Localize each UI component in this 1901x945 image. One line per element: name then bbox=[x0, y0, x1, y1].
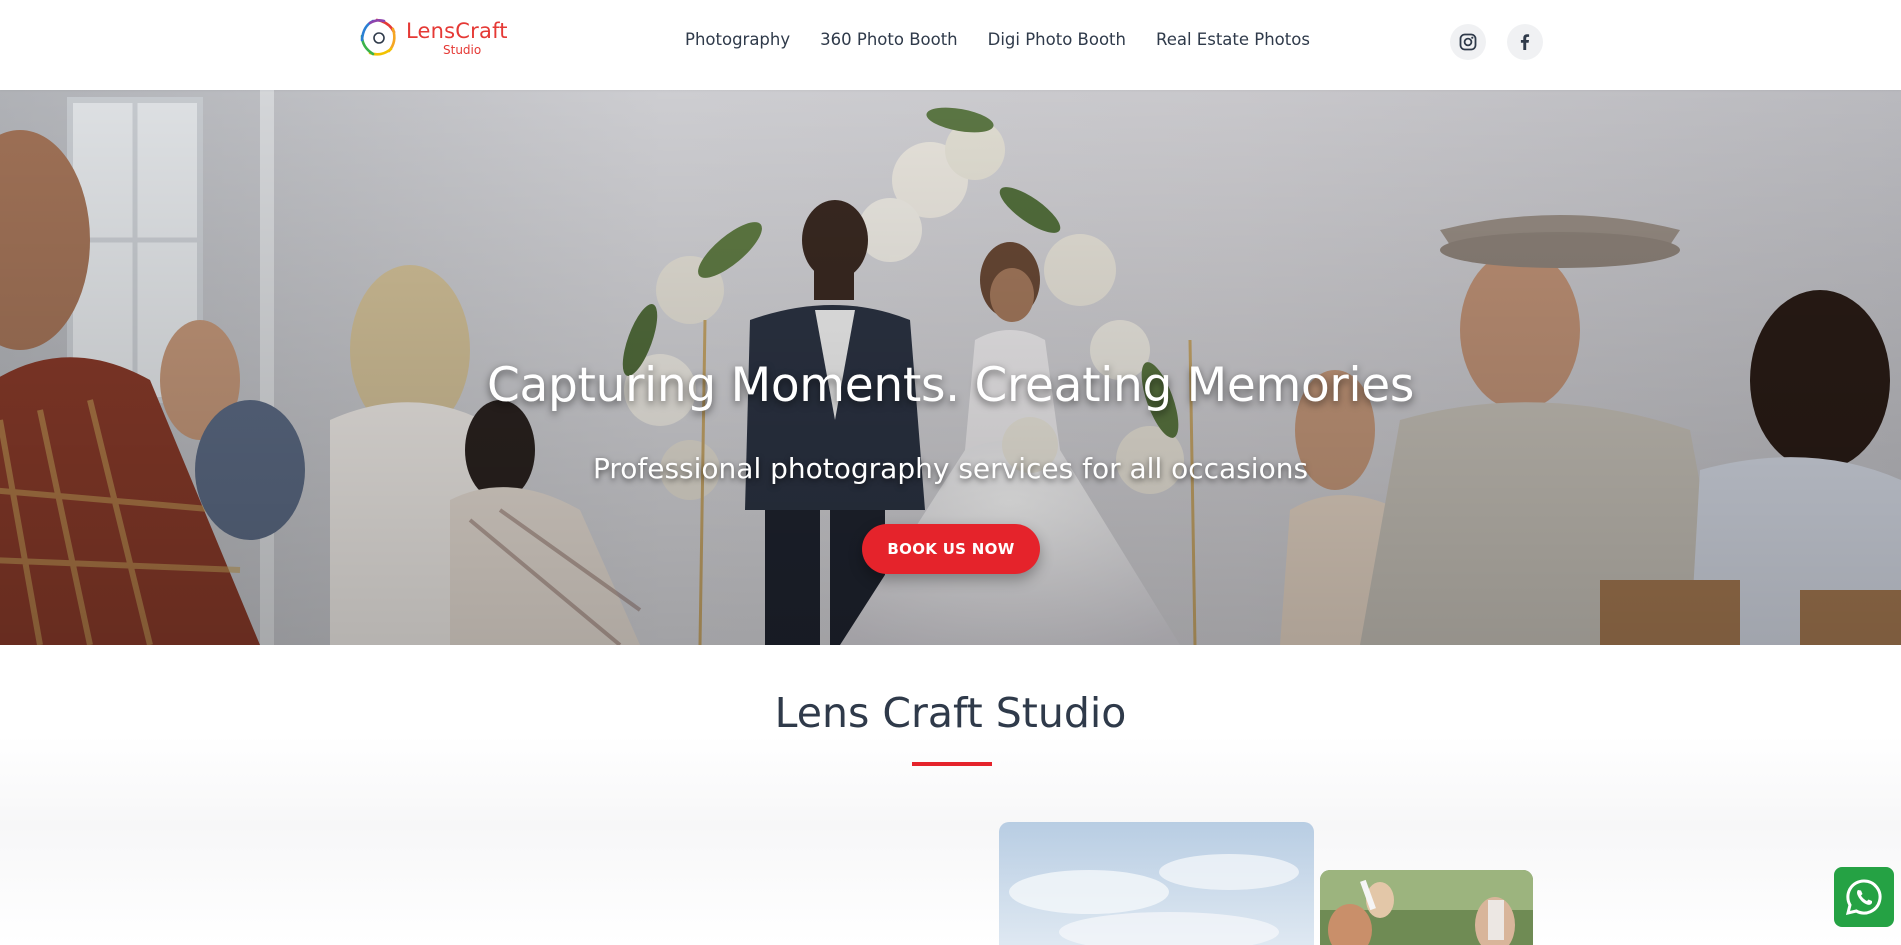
book-us-now-button[interactable]: BOOK US NOW bbox=[862, 524, 1040, 574]
facebook-button[interactable] bbox=[1507, 24, 1543, 60]
brand-name: LensCraft bbox=[406, 18, 508, 43]
nav-item-digi-photo-booth[interactable]: Digi Photo Booth bbox=[988, 30, 1126, 49]
section-title: Lens Craft Studio bbox=[774, 689, 1127, 737]
gallery-photo-sky bbox=[999, 822, 1314, 945]
whatsapp-icon bbox=[1845, 879, 1882, 916]
nav-item-photography[interactable]: Photography bbox=[685, 30, 790, 49]
hero-banner: Capturing Moments. Creating Memories Pro… bbox=[0, 90, 1901, 645]
hero-title: Capturing Moments. Creating Memories bbox=[486, 358, 1415, 413]
whatsapp-button[interactable] bbox=[1834, 867, 1894, 927]
title-underline bbox=[912, 762, 992, 766]
gallery-photo-party bbox=[1320, 870, 1533, 945]
nav-item-real-estate-photos[interactable]: Real Estate Photos bbox=[1156, 30, 1310, 49]
aperture-logo-icon bbox=[360, 18, 396, 56]
about-section: Lens Craft Studio bbox=[0, 645, 1901, 945]
hero-subtitle: Professional photography services for al… bbox=[592, 452, 1309, 485]
brand-sub: Studio bbox=[443, 42, 482, 57]
brand-logo[interactable]: LensCraft Studio bbox=[358, 16, 508, 60]
instagram-button[interactable] bbox=[1450, 24, 1486, 60]
nav-item-360-photo-booth[interactable]: 360 Photo Booth bbox=[820, 30, 958, 49]
facebook-icon bbox=[1520, 34, 1530, 50]
instagram-icon bbox=[1459, 33, 1477, 51]
site-header: LensCraft Studio Photography 360 Photo B… bbox=[0, 0, 1901, 90]
main-nav: Photography 360 Photo Booth Digi Photo B… bbox=[685, 30, 1340, 49]
